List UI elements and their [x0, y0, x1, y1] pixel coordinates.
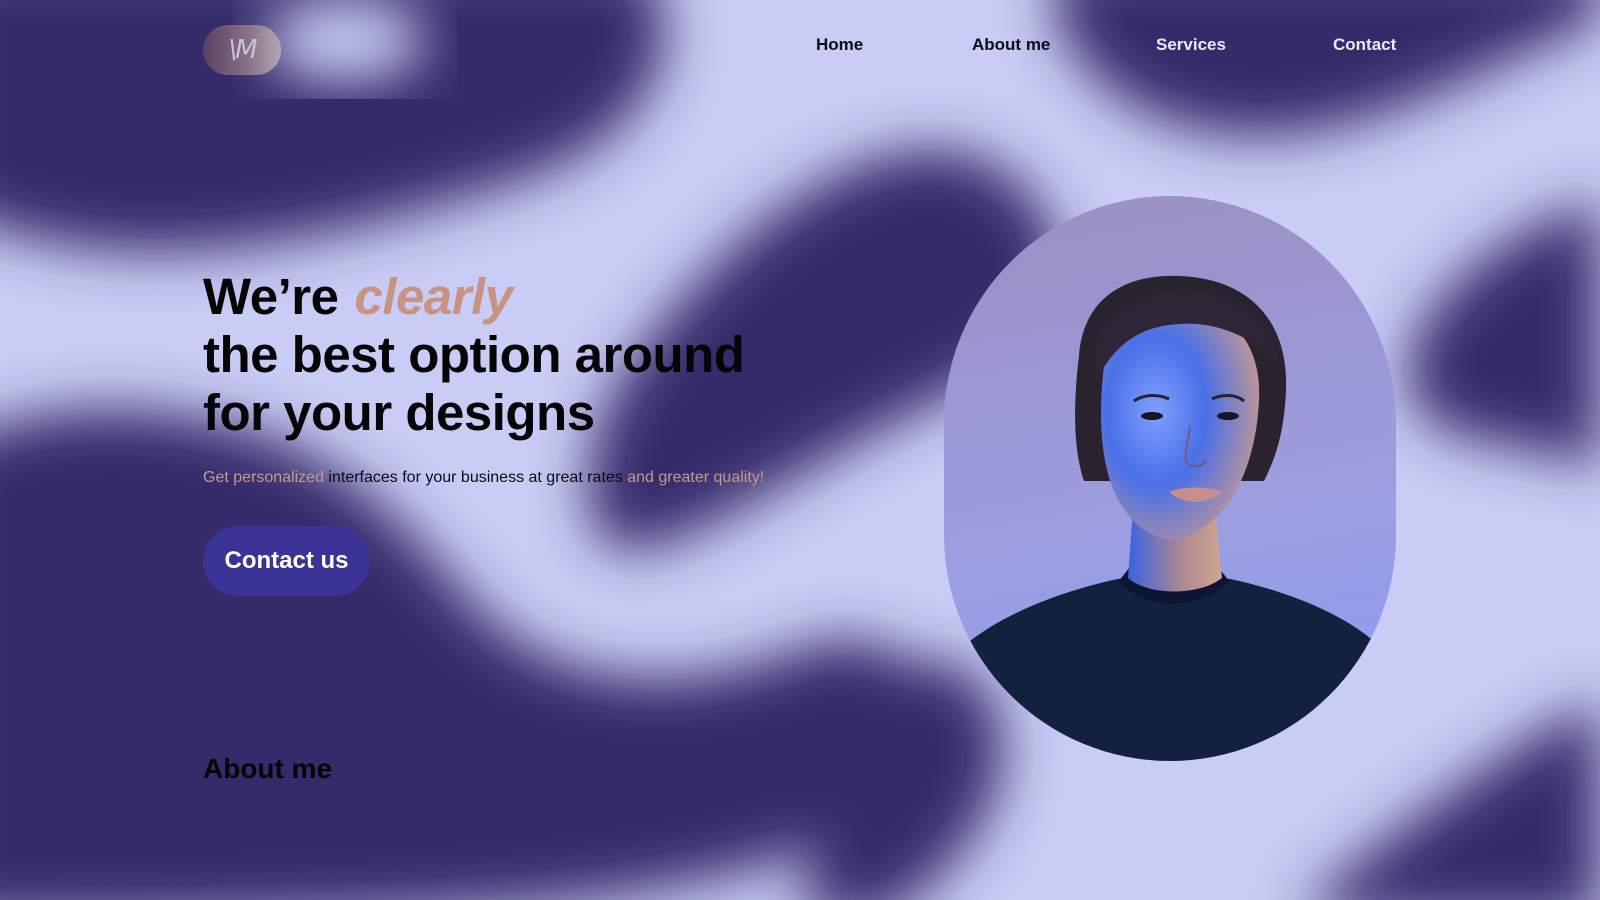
nav-services[interactable]: Services — [1156, 35, 1226, 55]
headline-prefix: We’re — [203, 268, 339, 325]
headline-line-3: for your designs — [203, 384, 595, 441]
contact-us-button[interactable]: Contact us — [203, 526, 370, 596]
about-section-heading: About me — [203, 753, 333, 784]
subtext-highlight-1: Get personalized — [203, 469, 324, 486]
portrait-image — [944, 196, 1396, 761]
woman-portrait-icon — [944, 275, 1396, 761]
hero-subtext: Get personalized interfaces for your bus… — [203, 469, 764, 487]
subtext-plain: interfaces for your business at great ra… — [323, 469, 628, 486]
headline-line-2: the best option around — [203, 326, 745, 383]
nav-about-me[interactable]: About me — [972, 35, 1050, 55]
hero-headline: We’re clearly the best option around for … — [203, 268, 745, 442]
subtext-highlight-2: and greater quality! — [627, 469, 765, 486]
headline-accent-word: clearly — [354, 268, 513, 325]
main-nav: Home About me Services Contact — [0, 35, 1600, 57]
nav-contact[interactable]: Contact — [1333, 35, 1396, 55]
nav-home[interactable]: Home — [816, 35, 863, 55]
